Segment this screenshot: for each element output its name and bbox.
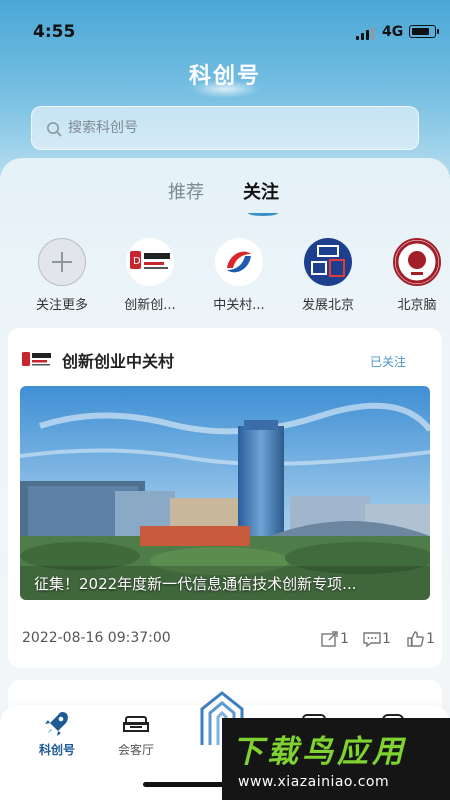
follow-item-zgc[interactable]: 中关村... [199,238,279,313]
svg-text:D: D [133,256,141,267]
follow-item-label: 中关村... [213,298,265,313]
develop-beijing-logo-icon [304,238,352,286]
share-count: 1 [340,631,349,647]
follow-item-label: 关注更多 [35,298,88,313]
tab-active-indicator [248,210,278,216]
search-box[interactable] [31,106,419,150]
status-bar: 4:55 4G [0,0,450,64]
card-footer: 2022-08-16 09:37:00 1 1 1 [22,628,435,652]
signal-icon [356,26,376,40]
nav-label: 科创号 [38,743,75,757]
followed-button[interactable]: 已关注 [370,353,406,370]
tab-recommend[interactable]: 推荐 [168,178,204,204]
beijing-brain-logo-icon [393,238,441,286]
share-icon [321,631,338,647]
zgc-brand-logo-icon [215,238,263,286]
tab-follow[interactable]: 关注 [243,178,279,204]
article-caption: 征集！2022年度新一代信息通信技术创新专项... [34,575,357,593]
comment-count: 1 [382,631,391,647]
follow-item-label: 发展北京 [301,298,354,313]
watermark-url: www.xiazainiao.com [238,774,390,790]
feed-card[interactable]: 创新创业中关村 已关注 征集！2022年度新一代信息通信技术创新专项... 20… [8,328,442,668]
search-input[interactable] [68,107,408,149]
follow-item-label: 北京脑 [397,298,437,313]
follow-more-item[interactable]: 关注更多 [22,238,102,313]
battery-icon [409,25,439,38]
follow-item-beijing-brain[interactable]: 北京脑 [377,238,450,313]
sofa-icon [123,716,149,732]
zhongguancun-logo-icon: D [126,238,174,286]
share-button[interactable]: 1 [320,628,349,650]
app-screen: 4:55 4G 科创号 推荐 关注 [0,0,450,800]
article-cover-image[interactable]: 征集！2022年度新一代信息通信技术创新专项... [20,386,430,600]
plus-icon [52,252,72,272]
nav-item-kechuanghao[interactable]: 科创号 [17,709,97,758]
tab-bar: 推荐 关注 [0,178,450,222]
followed-accounts-row: 关注更多 D 创新创... 中关村... 发展北京 北京脑 [0,238,450,316]
plus-avatar [38,238,86,286]
watermark-text: 下载鸟应用 [232,734,407,770]
like-button[interactable]: 1 [406,628,435,650]
watermark-overlay: 下载鸟应用 www.xiazainiao.com [222,718,450,800]
follow-item-label: 创新创... [124,298,176,313]
thumbs-up-icon [407,631,424,647]
rocket-icon [45,712,68,736]
nav-label: 会客厅 [117,743,154,757]
comment-button[interactable]: 1 [362,628,391,650]
account-logo-icon [22,352,51,366]
search-icon [47,122,62,137]
status-time: 4:55 [33,22,76,42]
comment-icon [363,632,381,648]
follow-item-innovation[interactable]: D 创新创... [110,238,190,313]
publish-date: 2022-08-16 09:37:00 [22,630,171,646]
like-count: 1 [426,631,435,647]
account-name[interactable]: 创新创业中关村 [62,348,174,372]
title-glow [190,80,260,98]
battery-fill [411,27,430,35]
follow-item-develop-beijing[interactable]: 发展北京 [288,238,368,313]
nav-item-reception[interactable]: 会客厅 [96,709,176,758]
network-label: 4G [382,24,404,40]
cityscape-image [20,386,430,600]
